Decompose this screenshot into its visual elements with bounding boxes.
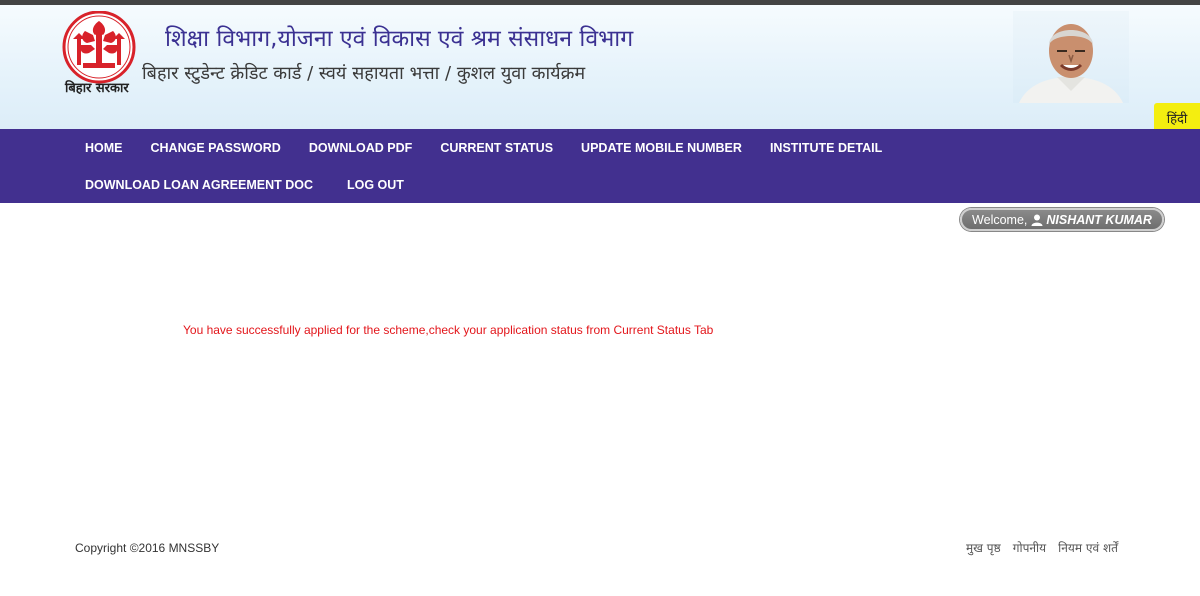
user-name: NISHANT KUMAR <box>1046 212 1152 227</box>
nav-home[interactable]: HOME <box>71 141 137 155</box>
welcome-label: Welcome, <box>972 212 1028 227</box>
nav-download-loan-agreement[interactable]: DOWNLOAD LOAN AGREEMENT DOC <box>71 178 327 192</box>
nav-current-status[interactable]: CURRENT STATUS <box>426 141 567 155</box>
nav-log-out[interactable]: LOG OUT <box>333 178 418 192</box>
footer-copyright: Copyright ©2016 MNSSBY <box>75 541 220 555</box>
site-header: बिहार सरकार शिक्षा विभाग,योजना एवं विकास… <box>0 5 1200 133</box>
nav-download-pdf[interactable]: DOWNLOAD PDF <box>295 141 426 155</box>
nav-row-primary: HOME CHANGE PASSWORD DOWNLOAD PDF CURREN… <box>71 129 896 166</box>
footer-link-terms[interactable]: नियम एवं शर्तें <box>1058 539 1118 556</box>
footer-links: मुख पृष्ठ गोपनीय नियम एवं शर्तें <box>966 539 1118 556</box>
user-icon <box>1031 214 1043 226</box>
department-title: शिक्षा विभाग,योजना एवं विकास एवं श्रम सं… <box>165 26 634 52</box>
nav-change-password[interactable]: CHANGE PASSWORD <box>137 141 295 155</box>
welcome-badge: Welcome, NISHANT KUMAR <box>960 208 1164 231</box>
nav-institute-detail[interactable]: INSTITUTE DETAIL <box>756 141 896 155</box>
scheme-subtitle: बिहार स्टुडेन्ट क्रेडिट कार्ड / स्वयं सह… <box>142 63 586 84</box>
success-message: You have successfully applied for the sc… <box>183 323 714 337</box>
logo-caption: बिहार सरकार <box>65 81 129 96</box>
main-navigation: HOME CHANGE PASSWORD DOWNLOAD PDF CURREN… <box>0 129 1200 203</box>
nav-row-secondary: DOWNLOAD LOAN AGREEMENT DOC LOG OUT <box>71 166 418 203</box>
footer-link-privacy[interactable]: गोपनीय <box>1013 539 1046 556</box>
nav-update-mobile-number[interactable]: UPDATE MOBILE NUMBER <box>567 141 756 155</box>
footer-link-home[interactable]: मुख पृष्ठ <box>966 539 1001 556</box>
chief-minister-portrait <box>1013 11 1129 103</box>
